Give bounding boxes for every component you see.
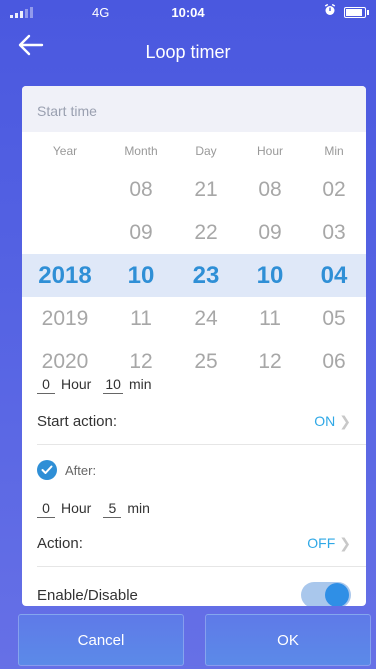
enable-row: Enable/Disable <box>22 572 366 606</box>
picker-min[interactable]: 03 <box>302 221 366 245</box>
cancel-button[interactable]: Cancel <box>18 614 184 666</box>
picker-hour[interactable]: 12 <box>238 350 302 374</box>
enable-label: Enable/Disable <box>37 586 138 604</box>
column-year: Year <box>52 144 78 158</box>
start-action-label: Start action: <box>37 412 118 430</box>
chevron-right-icon: ❯ <box>339 534 351 551</box>
status-time: 10:04 <box>171 5 205 20</box>
picker-month[interactable]: 10 <box>108 262 174 290</box>
picker-min[interactable]: 04 <box>302 262 366 290</box>
picker-hour[interactable]: 08 <box>238 178 302 202</box>
picker-day[interactable]: 24 <box>174 307 238 331</box>
picker-column-headers: Year Month Day Hour Min <box>22 144 366 164</box>
picker-day[interactable]: 25 <box>174 350 238 374</box>
enable-toggle[interactable] <box>301 582 351 606</box>
chevron-right-icon: ❯ <box>339 412 351 429</box>
start-action-row[interactable]: Start action: ON ❯ <box>22 398 366 444</box>
start-time-header: Start time <box>22 86 366 132</box>
action-value: OFF <box>307 535 336 551</box>
divider <box>37 566 366 567</box>
picker-year[interactable]: 2019 <box>22 307 108 331</box>
status-bar: 4G 10:04 <box>0 0 376 24</box>
ok-button[interactable]: OK <box>205 614 371 666</box>
picker-day[interactable]: 21 <box>174 178 238 202</box>
checkmark-icon <box>41 465 53 474</box>
loop-duration: 0 Hour 10 min <box>37 376 158 394</box>
picker-month[interactable]: 08 <box>108 178 174 202</box>
after-label: After: <box>65 462 97 478</box>
date-time-picker[interactable]: 08 21 08 02 09 22 09 03 2018 10 23 10 04… <box>22 168 366 383</box>
min-label: min <box>127 500 150 516</box>
battery-icon <box>344 7 369 18</box>
hour-label: Hour <box>61 500 92 516</box>
after-hour-input[interactable]: 0 <box>37 500 55 518</box>
loop-min-input[interactable]: 10 <box>103 376 123 394</box>
after-checkbox[interactable] <box>37 460 57 480</box>
picker-row[interactable]: 08 21 08 02 <box>22 168 366 211</box>
after-duration: 0 Hour 5 min <box>37 500 156 518</box>
picker-day[interactable]: 23 <box>174 262 238 290</box>
timer-card: Start time Year Month Day Hour Min 08 21… <box>22 86 366 606</box>
picker-hour[interactable]: 10 <box>238 262 302 290</box>
picker-year[interactable]: 2018 <box>22 262 108 290</box>
loop-hour-input[interactable]: 0 <box>37 376 55 394</box>
picker-month[interactable]: 11 <box>108 307 174 331</box>
app-header: Loop timer <box>0 24 376 76</box>
picker-hour[interactable]: 09 <box>238 221 302 245</box>
picker-day[interactable]: 22 <box>174 221 238 245</box>
picker-min[interactable]: 02 <box>302 178 366 202</box>
action-row[interactable]: Action: OFF ❯ <box>22 520 366 566</box>
column-min: Min <box>324 144 344 158</box>
after-min-input[interactable]: 5 <box>103 500 122 518</box>
hour-label: Hour <box>61 376 92 392</box>
picker-row[interactable]: 2019 11 24 11 05 <box>22 297 366 340</box>
button-bar: Cancel OK <box>0 612 376 669</box>
start-action-value: ON <box>314 413 336 429</box>
column-day: Day <box>195 144 217 158</box>
picker-min[interactable]: 06 <box>302 350 366 374</box>
picker-month[interactable]: 12 <box>108 350 174 374</box>
divider <box>37 444 366 445</box>
picker-min[interactable]: 05 <box>302 307 366 331</box>
alarm-icon <box>324 3 336 19</box>
picker-hour[interactable]: 11 <box>238 307 302 331</box>
action-label: Action: <box>37 534 83 552</box>
picker-month[interactable]: 09 <box>108 221 174 245</box>
column-hour: Hour <box>256 144 283 158</box>
picker-year[interactable]: 2020 <box>22 350 108 374</box>
picker-row-selected[interactable]: 2018 10 23 10 04 <box>22 254 366 297</box>
page-title: Loop timer <box>145 42 231 62</box>
picker-row[interactable]: 09 22 09 03 <box>22 211 366 254</box>
after-row: After: <box>37 460 96 480</box>
min-label: min <box>128 376 152 392</box>
column-month: Month <box>124 144 158 158</box>
